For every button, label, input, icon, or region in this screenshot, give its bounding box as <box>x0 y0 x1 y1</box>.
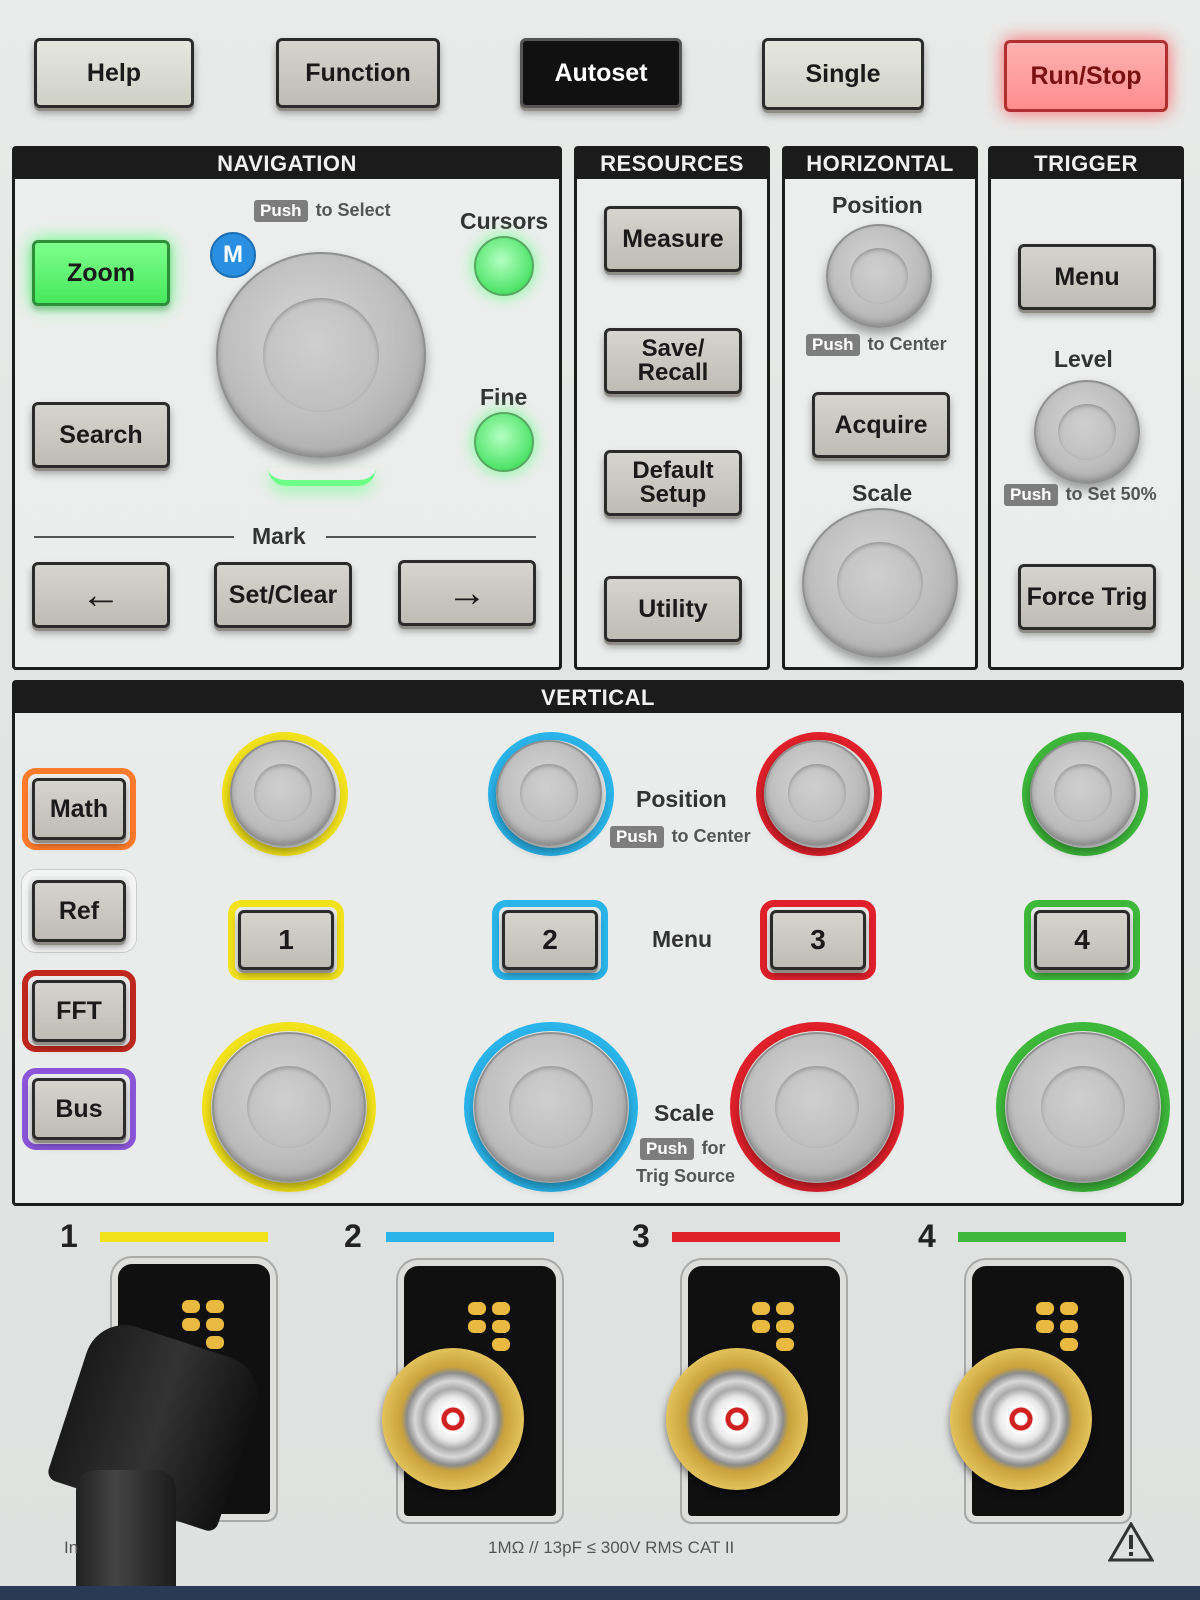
autoset-button[interactable]: Autoset <box>520 38 682 108</box>
push-tag: Push <box>806 334 860 356</box>
warning-triangle-icon <box>1107 1521 1155 1562</box>
ch2-bnc-connector[interactable] <box>382 1348 524 1490</box>
push-tag: Push <box>610 826 664 848</box>
push-suffix: to Set 50% <box>1065 484 1157 504</box>
save-recall-button[interactable]: Save/ Recall <box>604 328 742 394</box>
bus-button[interactable]: Bus <box>32 1078 126 1140</box>
push-tag: Push <box>640 1138 694 1160</box>
mark-divider-left <box>34 536 234 538</box>
left-footer-fragment: In <box>64 1538 79 1557</box>
ch2-position-knob[interactable] <box>496 740 602 846</box>
ch2-menu-button[interactable]: 2 <box>502 910 598 970</box>
ch1-position-knob[interactable] <box>230 740 336 846</box>
navigation-knob-glow <box>268 468 376 486</box>
ch4-bnc-connector[interactable] <box>950 1348 1092 1490</box>
trigger-level-knob[interactable] <box>1034 380 1140 484</box>
set-clear-button[interactable]: Set/Clear <box>214 562 352 628</box>
vertical-position-label: Position <box>636 786 727 812</box>
ch3-input-label: 3 <box>632 1218 650 1254</box>
vertical-title: VERTICAL <box>15 683 1181 713</box>
trigger-title: TRIGGER <box>991 149 1181 179</box>
push-suffix: to Center <box>671 826 751 846</box>
mark-label: Mark <box>252 523 306 549</box>
vertical-scale-label: Scale <box>654 1100 715 1126</box>
horizontal-position-knob[interactable] <box>826 224 932 328</box>
vertical-push-for-label: Push for <box>640 1138 726 1160</box>
acquire-button[interactable]: Acquire <box>812 392 950 458</box>
trig-source-label: Trig Source <box>636 1166 736 1186</box>
navigation-title: NAVIGATION <box>15 149 559 179</box>
ch4-scale-knob[interactable] <box>1006 1032 1160 1182</box>
fft-button[interactable]: FFT <box>32 980 126 1042</box>
horizontal-title: HORIZONTAL <box>785 149 975 179</box>
mark-previous-button[interactable]: ← <box>32 562 170 628</box>
resources-title: RESOURCES <box>577 149 767 179</box>
measure-button[interactable]: Measure <box>604 206 742 272</box>
utility-button[interactable]: Utility <box>604 576 742 642</box>
single-button[interactable]: Single <box>762 38 924 110</box>
cursors-label: Cursors <box>460 208 549 234</box>
horizontal-scale-label: Scale <box>852 480 913 506</box>
help-button[interactable]: Help <box>34 38 194 108</box>
ch4-input-label: 4 <box>918 1218 936 1254</box>
save-recall-line-2: Recall <box>637 359 709 386</box>
mark-next-button[interactable]: → <box>398 560 536 626</box>
mark-divider-right <box>326 536 536 538</box>
ch1-color-bar <box>100 1232 268 1242</box>
trigger-push-to-set-label: Push to Set 50% <box>1004 484 1157 506</box>
push-to-select-label: Push to Select <box>254 200 391 222</box>
ch2-scale-knob[interactable] <box>474 1032 628 1182</box>
ch3-position-knob[interactable] <box>764 740 870 846</box>
default-setup-button[interactable]: Default Setup <box>604 450 742 516</box>
horizontal-scale-knob[interactable] <box>802 508 958 658</box>
force-trig-button[interactable]: Force Trig <box>1018 564 1156 630</box>
ch1-scale-knob[interactable] <box>212 1032 366 1182</box>
horizontal-push-to-center-label: Push to Center <box>806 334 947 356</box>
trigger-menu-button[interactable]: Menu <box>1018 244 1156 310</box>
ch3-color-bar <box>672 1232 840 1242</box>
ch2-input-label: 2 <box>344 1218 362 1254</box>
default-setup-line-2: Setup <box>639 481 707 508</box>
fine-led-button[interactable] <box>474 412 534 472</box>
run-stop-button[interactable]: Run/Stop <box>1004 40 1168 112</box>
ch1-probe-cable <box>76 1470 176 1600</box>
navigation-multipurpose-knob[interactable] <box>216 252 426 458</box>
ref-button[interactable]: Ref <box>32 880 126 942</box>
ch1-input-label: 1 <box>60 1218 78 1254</box>
ch4-color-bar <box>958 1232 1126 1242</box>
trigger-level-label: Level <box>1054 346 1113 372</box>
ch3-scale-knob[interactable] <box>740 1032 894 1182</box>
ch3-menu-button[interactable]: 3 <box>770 910 866 970</box>
zoom-button[interactable]: Zoom <box>32 240 170 306</box>
ch2-color-bar <box>386 1232 554 1242</box>
cursors-led-button[interactable] <box>474 236 534 296</box>
function-button[interactable]: Function <box>276 38 440 108</box>
ch4-position-knob[interactable] <box>1030 740 1136 846</box>
input-spec-label: 1MΩ // 13pF ≤ 300V RMS CAT II <box>488 1538 735 1557</box>
fine-label: Fine <box>480 384 528 410</box>
push-tag: Push <box>254 200 308 222</box>
vertical-push-to-center-label: Push to Center <box>610 826 751 848</box>
ch3-bnc-connector[interactable] <box>666 1348 808 1490</box>
vertical-menu-label: Menu <box>652 926 713 952</box>
push-suffix: for <box>701 1138 726 1158</box>
math-button[interactable]: Math <box>32 778 126 840</box>
default-setup-line-1: Default <box>632 457 714 484</box>
push-suffix: to Select <box>315 200 391 220</box>
push-suffix: to Center <box>867 334 947 354</box>
ch1-menu-button[interactable]: 1 <box>238 910 334 970</box>
save-recall-line-1: Save/ <box>641 335 705 362</box>
m-badge[interactable]: M <box>210 232 256 278</box>
ch4-menu-button[interactable]: 4 <box>1034 910 1130 970</box>
search-button[interactable]: Search <box>32 402 170 468</box>
horizontal-position-label: Position <box>832 192 923 218</box>
push-tag: Push <box>1004 484 1058 506</box>
bottom-edge <box>0 1586 1200 1600</box>
